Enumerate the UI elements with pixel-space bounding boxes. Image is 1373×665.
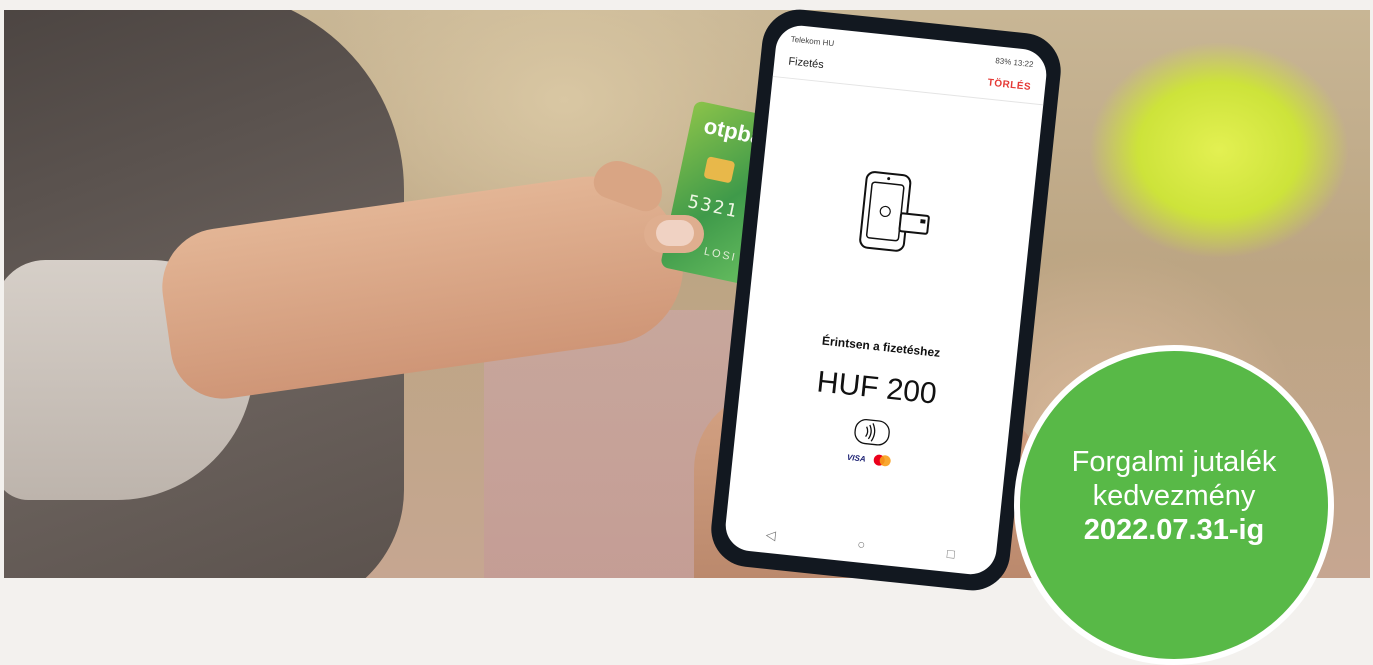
payment-amount: HUF 200 (815, 365, 939, 411)
recent-apps-icon[interactable]: □ (946, 546, 955, 563)
badge-line-3: 2022.07.31-ig (1083, 514, 1265, 546)
system-nav-bar: ◁ ○ □ (724, 522, 996, 566)
contactless-icon (854, 418, 890, 446)
app-title: Fizetés (787, 55, 825, 72)
tap-to-pay-illustration (859, 171, 930, 252)
visa-logo: VISA (846, 452, 867, 464)
fingernail (656, 220, 694, 246)
badge-line-1: Forgalmi jutalék (1071, 446, 1277, 478)
phone-screen: Telekom HU 83% 13:22 Fizetés TÖRLÉS Érin… (723, 23, 1049, 577)
home-icon[interactable]: ○ (857, 536, 866, 553)
promo-badge-text: Forgalmi jutalék kedvezmény 2022.07.31-i… (1014, 445, 1334, 547)
badge-line-2: kedvezmény (1092, 480, 1256, 512)
mastercard-icon (874, 454, 892, 467)
card-chip (703, 156, 736, 184)
cancel-button[interactable]: TÖRLÉS (987, 77, 1031, 92)
back-icon[interactable]: ◁ (765, 527, 777, 544)
smartphone: Telekom HU 83% 13:22 Fizetés TÖRLÉS Érin… (707, 5, 1065, 595)
